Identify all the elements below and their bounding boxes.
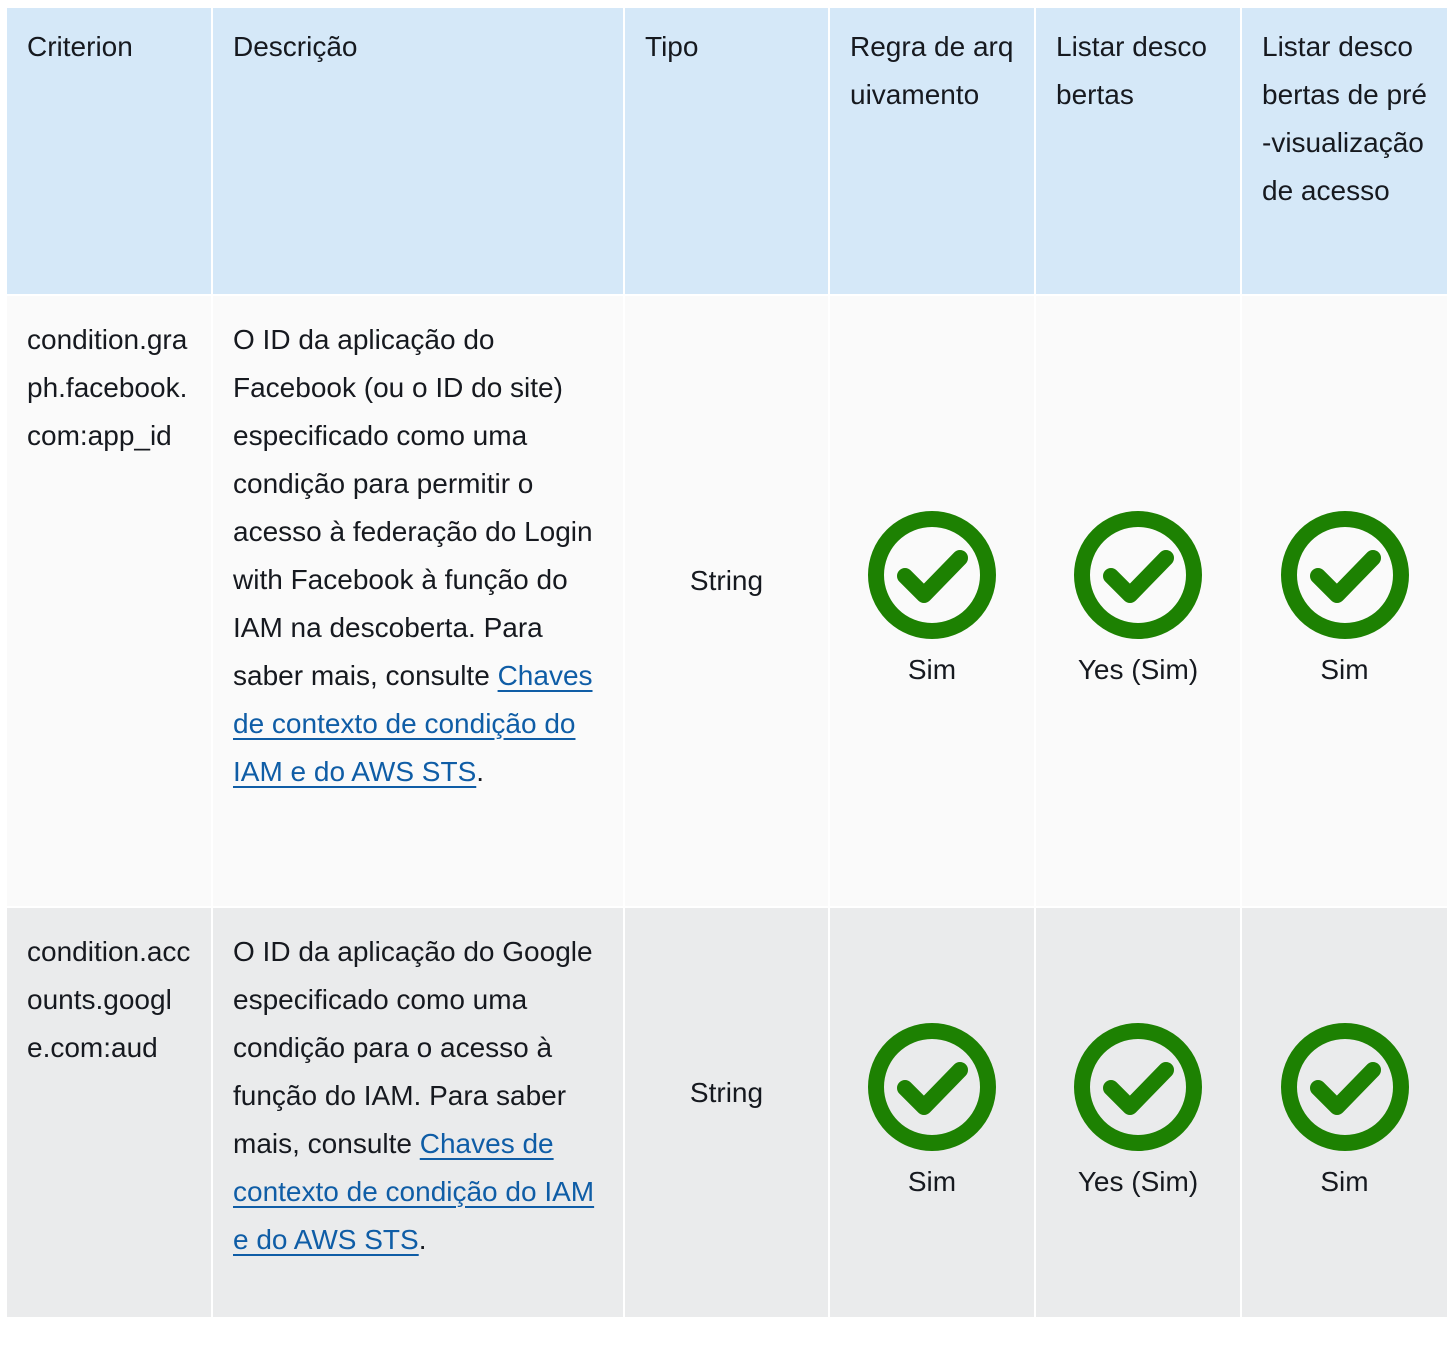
criterion-cell: condition.accounts.google.com:aud [7,906,213,1317]
condition-keys-table-container: Criterion Descrição Tipo Regra de arquiv… [7,8,1447,1317]
list-access-preview-findings-support-label: Sim [1320,1165,1369,1197]
archive-rule-cell: Sim [829,906,1036,1317]
check-circle-icon [1074,511,1202,639]
check-circle-icon [868,511,996,639]
header-list-access-preview-findings: Listar descobertas de pré-visualização d… [1241,8,1447,295]
type-cell: String [624,294,830,907]
header-type: Tipo [624,8,830,295]
header-description: Descrição [212,8,625,295]
list-findings-cell: Yes (Sim) [1035,294,1242,907]
check-circle-icon [1280,511,1409,639]
description-cell: O ID da aplicação do Facebook (ou o ID d… [212,294,625,907]
list-findings-support-label: Yes (Sim) [1077,1165,1199,1197]
header-row: Criterion Descrição Tipo Regra de arquiv… [7,8,1447,295]
description-end: . [418,1224,427,1255]
description-text: O ID da aplicação do Facebook (ou o ID d… [233,324,593,691]
table-row: condition.accounts.google.com:aud O ID d… [7,906,1447,1317]
table-row: condition.graph.facebook.com:app_id O ID… [7,294,1447,907]
archive-rule-support-label: Sim [907,1165,957,1197]
table-body: condition.graph.facebook.com:app_id O ID… [7,294,1447,1317]
criterion-cell: condition.graph.facebook.com:app_id [7,294,213,907]
archive-rule-support-label: Sim [907,654,957,685]
condition-keys-table: Criterion Descrição Tipo Regra de arquiv… [7,8,1447,1317]
description-cell: O ID da aplicação do Google especificado… [212,906,625,1317]
table-header: Criterion Descrição Tipo Regra de arquiv… [7,8,1447,295]
list-access-preview-findings-support-label: Sim [1320,654,1369,685]
description-text: O ID da aplicação do Google especificado… [233,936,593,1159]
check-circle-icon [1280,1022,1409,1151]
check-circle-icon [1074,1022,1202,1151]
list-findings-cell: Yes (Sim) [1035,906,1242,1317]
check-circle-icon [868,1022,996,1151]
header-criterion: Criterion [7,8,213,295]
description-end: . [476,756,485,787]
list-findings-support-label: Yes (Sim) [1077,654,1199,685]
list-access-preview-findings-cell: Sim [1241,906,1447,1317]
archive-rule-cell: Sim [829,294,1036,907]
type-cell: String [624,906,830,1317]
list-access-preview-findings-cell: Sim [1241,294,1447,907]
header-archive-rule: Regra de arquivamento [829,8,1036,295]
header-list-findings: Listar descobertas [1035,8,1242,295]
